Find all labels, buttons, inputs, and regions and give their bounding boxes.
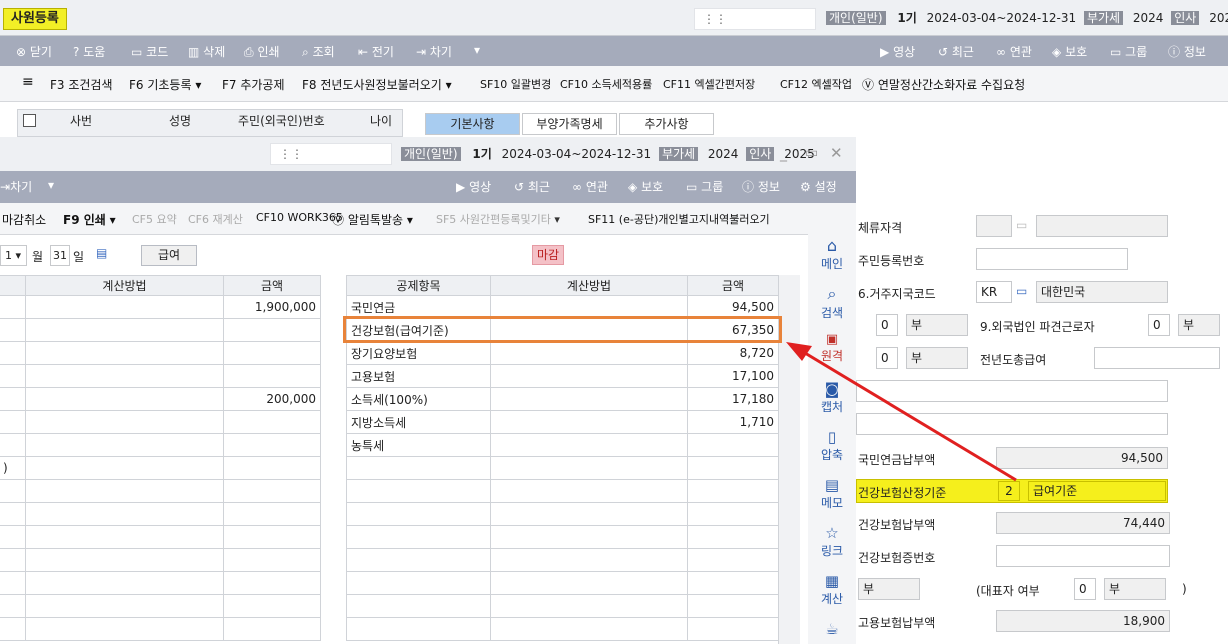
- annotation-arrow: [786, 342, 1017, 482]
